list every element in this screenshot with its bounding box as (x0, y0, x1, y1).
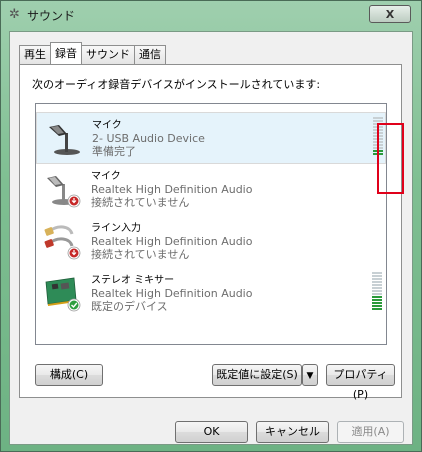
device-status: 準備完了 (92, 145, 136, 158)
level-meter-segment (372, 308, 382, 310)
device-item-line-in[interactable]: ライン入力 Realtek High Definition Audio 接続され… (36, 216, 386, 268)
line-in-cable-icon (44, 225, 81, 260)
device-item-realtek-mic[interactable]: マイク Realtek High Definition Audio 接続されてい… (36, 164, 386, 216)
window-title: サウンド (27, 9, 76, 23)
level-meter-segment (372, 275, 382, 277)
tab-communications[interactable]: 通信 (134, 45, 166, 64)
level-meter-segment (372, 299, 382, 301)
tab-playback[interactable]: 再生 (19, 45, 51, 64)
device-name: ライン入力 (91, 223, 141, 234)
highlight-box (377, 123, 404, 194)
sound-card-icon (45, 277, 81, 312)
device-driver: Realtek High Definition Audio (91, 235, 253, 248)
microphone-icon (49, 125, 80, 155)
tab-recording[interactable]: 録音 (50, 42, 82, 64)
dialog-client-area: 再生 録音 サウンド 通信 次のオーディオ録音デバイスがインストールされています… (9, 31, 413, 445)
apply-button[interactable]: 適用(A) (337, 421, 404, 443)
level-meter-segment (372, 272, 382, 274)
device-text: ステレオ ミキサー Realtek High Definition Audio … (91, 274, 252, 313)
device-name: マイク (91, 171, 121, 182)
device-status: 接続されていません (91, 196, 190, 209)
close-button[interactable]: X (369, 5, 411, 23)
ok-button[interactable]: OK (175, 421, 248, 443)
properties-button[interactable]: プロパティ(P) (326, 364, 395, 401)
level-meter-segment (373, 120, 383, 122)
level-meter-segment (372, 287, 382, 289)
level-meter-segment (372, 281, 382, 283)
level-meter-segment (372, 302, 382, 304)
level-meter-segment (372, 296, 382, 298)
level-meter-segment (372, 284, 382, 286)
microphone-icon (47, 176, 81, 208)
recording-device-list[interactable]: マイク 2- USB Audio Device 準備完了 マイク Realtek… (35, 103, 387, 345)
device-status: 既定のデバイス (91, 300, 168, 313)
level-meter-segment (373, 117, 383, 119)
speaker-icon: ✲ (9, 7, 20, 22)
title-bar[interactable]: ✲ サウンド X (1, 1, 421, 29)
device-status: 接続されていません (91, 248, 190, 261)
device-text: マイク Realtek High Definition Audio 接続されてい… (91, 170, 252, 209)
set-default-dropdown-button[interactable]: ▼ (302, 364, 318, 386)
device-name: ステレオ ミキサー (91, 275, 175, 286)
dropdown-arrow-icon: ▼ (306, 371, 314, 381)
instruction-text: 次のオーディオ録音デバイスがインストールされています: (32, 78, 321, 91)
sound-dialog-window: ✲ サウンド X 再生 録音 サウンド 通信 次のオーディオ録音デバイスがインス… (0, 0, 422, 452)
cancel-button[interactable]: キャンセル (256, 421, 329, 443)
configure-button[interactable]: 構成(C) (35, 364, 103, 386)
device-driver: 2- USB Audio Device (92, 132, 205, 145)
level-meter-segment (372, 293, 382, 295)
tab-sounds[interactable]: サウンド (81, 45, 135, 64)
device-item-usb-mic[interactable]: マイク 2- USB Audio Device 準備完了 (36, 112, 386, 164)
set-default-button[interactable]: 既定値に設定(S) (212, 364, 302, 386)
recording-tab-panel: 次のオーディオ録音デバイスがインストールされています: マイク 2- USB A… (19, 64, 404, 401)
level-meter-segment (372, 305, 382, 307)
level-meter-segment (372, 278, 382, 280)
level-meter-segment (372, 290, 382, 292)
device-driver: Realtek High Definition Audio (91, 287, 253, 300)
level-meter (372, 272, 382, 311)
device-driver: Realtek High Definition Audio (91, 183, 253, 196)
device-text: ライン入力 Realtek High Definition Audio 接続され… (91, 222, 252, 261)
device-text: マイク 2- USB Audio Device 準備完了 (92, 119, 205, 158)
tab-strip: 再生 録音 サウンド 通信 (19, 42, 166, 64)
device-item-stereo-mixer[interactable]: ステレオ ミキサー Realtek High Definition Audio … (36, 268, 386, 320)
device-name: マイク (92, 120, 122, 131)
